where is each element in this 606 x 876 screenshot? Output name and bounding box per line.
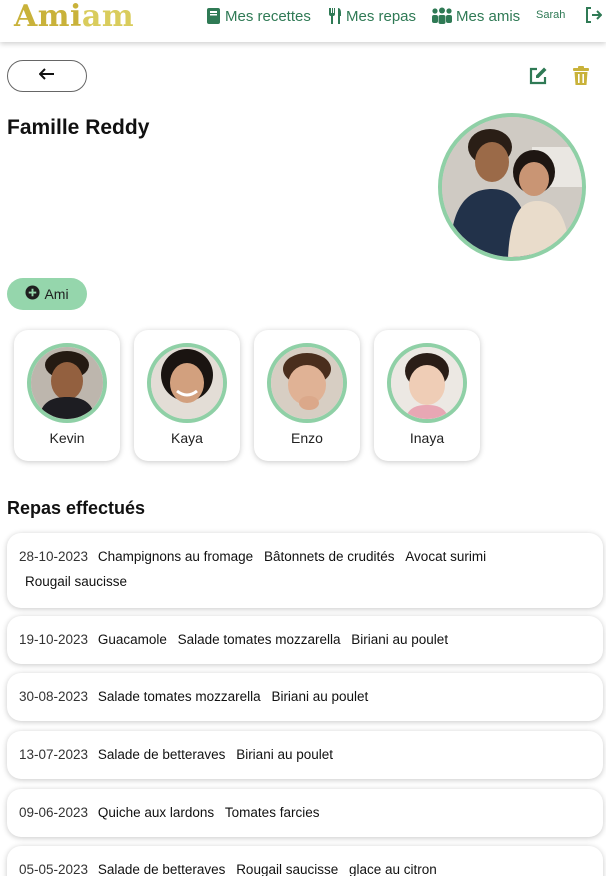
- meal-dish: Biriani au poulet: [351, 632, 449, 647]
- meal-date: 30-08-2023: [19, 689, 89, 704]
- nav-my-friends[interactable]: Mes amis: [431, 6, 520, 26]
- meal-row[interactable]: 19-10-2023 Guacamole Salade tomates mozz…: [7, 616, 603, 664]
- avatar: [147, 343, 227, 423]
- avatar: [267, 343, 347, 423]
- nav-my-recipes-label: Mes recettes: [225, 7, 311, 25]
- avatar: [387, 343, 467, 423]
- current-user-name[interactable]: Sarah: [536, 9, 565, 21]
- meal-date: 09-06-2023: [19, 805, 89, 820]
- meal-dish: Avocat surimi: [405, 549, 487, 564]
- app-logo[interactable]: Amiam: [14, 0, 134, 34]
- nav-my-friends-label: Mes amis: [456, 7, 521, 25]
- logout-icon[interactable]: [584, 6, 603, 29]
- meal-dish: Salade tomates mozzarella: [97, 689, 261, 704]
- arrow-left-icon: [38, 67, 55, 85]
- meal-row[interactable]: 30-08-2023 Salade tomates mozzarella Bir…: [7, 673, 603, 721]
- meal-row[interactable]: 13-07-2023 Salade de betteraves Biriani …: [7, 731, 603, 779]
- member-name: Enzo: [291, 430, 323, 446]
- meal-dish: Biriani au poulet: [271, 689, 369, 704]
- meal-row[interactable]: 05-05-2023 Salade de betteraves Rougail …: [7, 846, 603, 876]
- meal-dish: Guacamole: [97, 632, 167, 647]
- meal-dish: Champignons au fromage: [97, 549, 254, 564]
- utensils-icon: [327, 7, 343, 25]
- avatar: [27, 343, 107, 423]
- edit-icon[interactable]: [528, 66, 548, 91]
- meal-dish: Salade de betteraves: [97, 862, 226, 876]
- member-card-kevin[interactable]: Kevin: [14, 330, 120, 461]
- meal-dish: Biriani au poulet: [236, 747, 334, 762]
- users-icon: [431, 7, 453, 25]
- meal-dish: Salade tomates mozzarella: [177, 632, 341, 647]
- add-friend-label: Ami: [44, 286, 69, 302]
- member-name: Inaya: [409, 430, 445, 446]
- member-card-enzo[interactable]: Enzo: [254, 330, 360, 461]
- logo-part-am: am: [81, 0, 135, 34]
- plus-circle-icon: [25, 285, 40, 303]
- meal-row[interactable]: 28-10-2023 Champignons au fromage Bâtonn…: [7, 533, 603, 608]
- meal-dish: Rougail saucisse: [25, 574, 128, 589]
- meal-dish: Quiche aux lardons: [97, 805, 215, 820]
- back-button[interactable]: [7, 60, 87, 92]
- meal-dish: glace au citron: [349, 862, 437, 876]
- member-name: Kevin: [49, 430, 85, 446]
- top-navbar: Amiam Mes recettes Mes repas Mes amis Sa…: [0, 0, 606, 42]
- meal-dish: Rougail saucisse: [236, 862, 339, 876]
- meal-row[interactable]: 09-06-2023 Quiche aux lardons Tomates fa…: [7, 789, 603, 837]
- member-card-inaya[interactable]: Inaya: [374, 330, 480, 461]
- trash-icon[interactable]: [572, 66, 590, 91]
- meal-date: 13-07-2023: [19, 747, 89, 762]
- nav-my-recipes[interactable]: Mes recettes: [206, 6, 311, 26]
- meal-date: 28-10-2023: [19, 549, 89, 564]
- meal-dish: Tomates farcies: [224, 805, 320, 820]
- family-photo: [438, 113, 586, 261]
- book-icon: [206, 7, 222, 25]
- nav-my-meals-label: Mes repas: [346, 7, 417, 25]
- nav-my-meals[interactable]: Mes repas: [327, 6, 416, 26]
- member-name: Kaya: [171, 430, 203, 446]
- meal-dish: Bâtonnets de crudités: [263, 549, 395, 564]
- meal-date: 05-05-2023: [19, 862, 89, 876]
- logo-part-ami: Ami: [14, 0, 82, 34]
- meal-dish: Salade de betteraves: [97, 747, 226, 762]
- meal-date: 19-10-2023: [19, 632, 89, 647]
- meals-section-title: Repas effectués: [7, 498, 146, 518]
- add-friend-button[interactable]: Ami: [7, 278, 87, 310]
- family-title: Famille Reddy: [7, 116, 150, 139]
- member-card-kaya[interactable]: Kaya: [134, 330, 240, 461]
